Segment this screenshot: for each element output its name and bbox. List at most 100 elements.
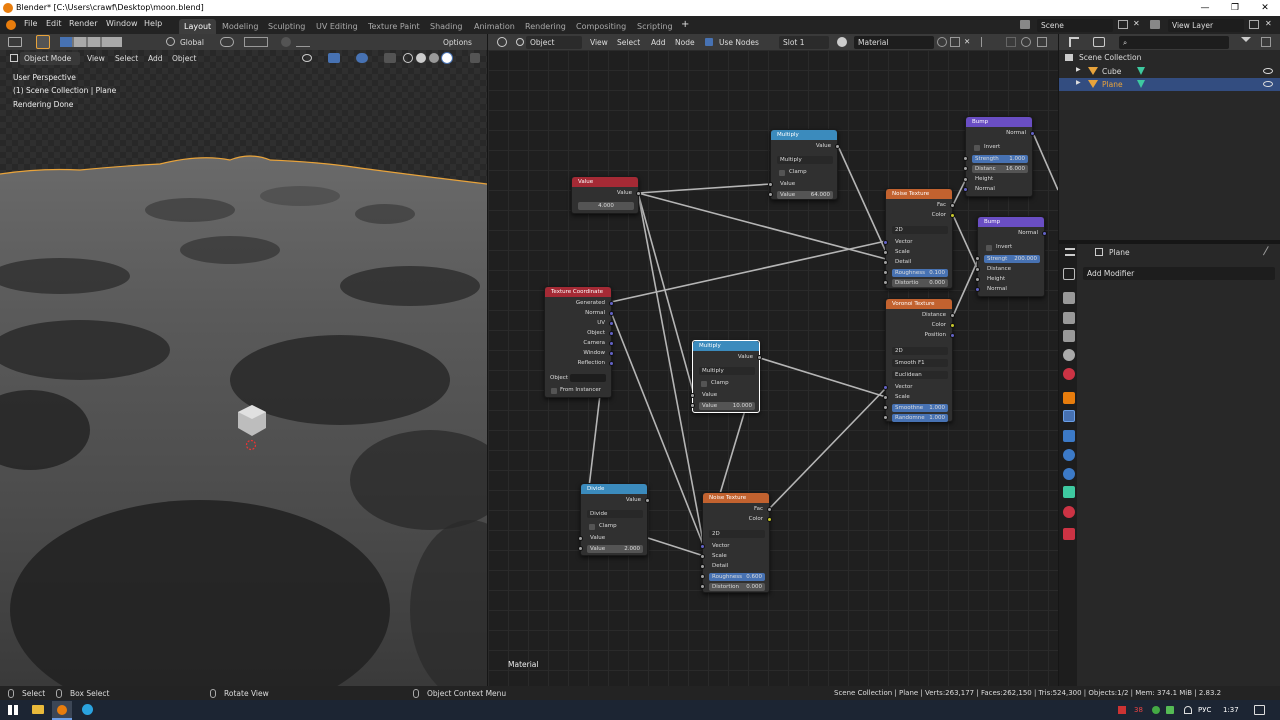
transform-orientation-dropdown[interactable]: Global	[176, 36, 212, 49]
falloff-icon[interactable]	[296, 37, 310, 47]
input-socket[interactable]	[690, 403, 695, 408]
node-header[interactable]: Texture Coordinate	[545, 287, 611, 297]
tool-tab-icon[interactable]	[1063, 268, 1075, 280]
dimensions-dropdown[interactable]: 2D	[892, 226, 948, 234]
new-scene-icon[interactable]	[1118, 20, 1128, 29]
invert-checkbox[interactable]	[986, 245, 992, 251]
tab-layout[interactable]: Layout	[179, 19, 217, 34]
input-socket[interactable]	[963, 187, 968, 192]
input-socket[interactable]	[975, 267, 980, 272]
output-socket[interactable]	[1030, 131, 1035, 136]
node-header[interactable]: Noise Texture	[703, 493, 769, 503]
tray-app-icon[interactable]	[1118, 706, 1126, 714]
constraints-tab-icon[interactable]	[1063, 468, 1075, 480]
node-editor-type-icon[interactable]	[497, 37, 507, 47]
shading-material-icon[interactable]	[429, 53, 439, 63]
input-socket[interactable]	[975, 287, 980, 292]
shading-rendered-icon[interactable]	[442, 53, 452, 63]
viewport-menu-object[interactable]: Object	[172, 54, 196, 63]
input-socket[interactable]	[690, 393, 695, 398]
input-socket[interactable]	[883, 415, 888, 420]
roughness-field[interactable]: Roughness 0.100	[892, 269, 948, 277]
options-dropdown[interactable]: Options	[439, 36, 483, 49]
outliner-item-label[interactable]: Cube	[1102, 67, 1121, 76]
menu-help[interactable]: Help	[144, 19, 162, 28]
proportional-edit-icon[interactable]	[281, 37, 291, 47]
distortion-field[interactable]: Distortion 0.000	[709, 583, 765, 591]
remove-scene-icon[interactable]: ✕	[1133, 19, 1140, 28]
input-socket[interactable]	[578, 546, 583, 551]
input-socket[interactable]	[883, 385, 888, 390]
noise-texture-node[interactable]: Noise Texture Fac Color 2D Vector Scale …	[883, 188, 955, 289]
from-instancer-checkbox[interactable]	[551, 388, 557, 394]
tab-scripting[interactable]: Scripting	[632, 19, 678, 34]
node-header[interactable]: Bump	[966, 117, 1032, 127]
node-header[interactable]: Divide	[581, 484, 647, 494]
input-socket[interactable]	[883, 260, 888, 265]
input-socket[interactable]	[768, 192, 773, 197]
input-socket[interactable]	[975, 277, 980, 282]
tab-modeling[interactable]: Modeling	[217, 19, 263, 34]
strength-field[interactable]: Strengt 200.000	[984, 255, 1040, 263]
node-header[interactable]: Voronoi Texture	[886, 299, 952, 309]
blender-menu-icon[interactable]	[6, 20, 16, 30]
output-socket[interactable]	[950, 203, 955, 208]
output-socket[interactable]	[950, 313, 955, 318]
output-socket[interactable]	[609, 331, 614, 336]
viewport-menu-select[interactable]: Select	[115, 54, 138, 63]
visibility-eye-icon[interactable]	[1263, 68, 1273, 74]
new-view-layer-icon[interactable]	[1249, 20, 1259, 29]
shading-wireframe-icon[interactable]	[403, 53, 413, 63]
snap-element-icon[interactable]	[1037, 37, 1047, 47]
bump-node[interactable]: Bump Normal Invert Strengt 200.000 Distan…	[975, 216, 1047, 297]
input-socket[interactable]	[700, 574, 705, 579]
input-socket[interactable]	[883, 270, 888, 275]
telegram-icon[interactable]	[82, 704, 93, 715]
outliner-row[interactable]: ▶ Cube	[1059, 65, 1280, 78]
material-tab-icon[interactable]	[1063, 506, 1075, 518]
visibility-eye-icon[interactable]	[1263, 81, 1273, 87]
node-header[interactable]: Value	[572, 177, 638, 187]
editor-type-icon[interactable]	[8, 37, 22, 47]
render-tab-icon[interactable]	[1063, 292, 1075, 304]
3d-viewport[interactable]: User Perspective (1) Scene Collection | …	[0, 50, 487, 686]
operation-dropdown[interactable]: Divide	[587, 510, 643, 518]
divide-node[interactable]: Divide Value Divide Clamp Value Value 2.0…	[578, 483, 650, 556]
physics-tab-icon[interactable]	[1063, 449, 1075, 461]
operation-dropdown[interactable]: Multiply	[777, 156, 833, 164]
pivot-icon[interactable]	[220, 37, 234, 47]
input-socket[interactable]	[883, 250, 888, 255]
menu-edit[interactable]: Edit	[46, 19, 62, 28]
tab-shading[interactable]: Shading	[425, 19, 468, 34]
expand-arrow-icon[interactable]: ▶	[1076, 79, 1081, 86]
scene-tab-icon[interactable]	[1063, 349, 1075, 361]
distance-field[interactable]: Distanc 16.000	[972, 165, 1028, 173]
xray-icon[interactable]	[384, 53, 396, 63]
slot-dropdown[interactable]: Slot 1	[779, 36, 829, 49]
outliner-editor-icon[interactable]	[1069, 37, 1079, 47]
multiply-node[interactable]: Multiply Value Multiply Clamp Value Valu…	[768, 129, 840, 200]
unlink-material-icon[interactable]: ✕	[964, 37, 970, 46]
view-layer-tab-icon[interactable]	[1063, 330, 1075, 342]
close-icon[interactable]: ✕	[1250, 0, 1280, 16]
node-header[interactable]: Noise Texture	[886, 189, 952, 199]
feature-dropdown[interactable]: Smooth F1	[892, 359, 948, 367]
viewport-menu-add[interactable]: Add	[148, 54, 163, 63]
view-layer-icon[interactable]	[1150, 20, 1160, 29]
dimensions-dropdown[interactable]: 2D	[892, 347, 948, 355]
properties-editor[interactable]: Plane Add Modifier	[1065, 244, 1280, 686]
modifier-tab-icon[interactable]	[1063, 410, 1075, 422]
object-mode-dropdown[interactable]: Object Mode	[20, 52, 80, 65]
tab-compositing[interactable]: Compositing	[571, 19, 631, 34]
material-browse-icon[interactable]	[837, 37, 847, 47]
shader-type-dropdown[interactable]: Object	[526, 36, 582, 49]
clamp-checkbox[interactable]	[589, 524, 595, 530]
shading-solid-icon[interactable]	[416, 53, 426, 63]
output-socket[interactable]	[1042, 231, 1047, 236]
randomness-field[interactable]: Randomne 1.000	[892, 414, 948, 422]
snap-nodes-icon[interactable]	[1021, 37, 1031, 47]
transform-orientation-icon[interactable]	[166, 37, 175, 46]
output-socket[interactable]	[609, 341, 614, 346]
bump-node[interactable]: Bump Normal Invert Strength 1.000 Distanc…	[963, 116, 1035, 197]
node-header[interactable]: Multiply	[771, 130, 837, 140]
